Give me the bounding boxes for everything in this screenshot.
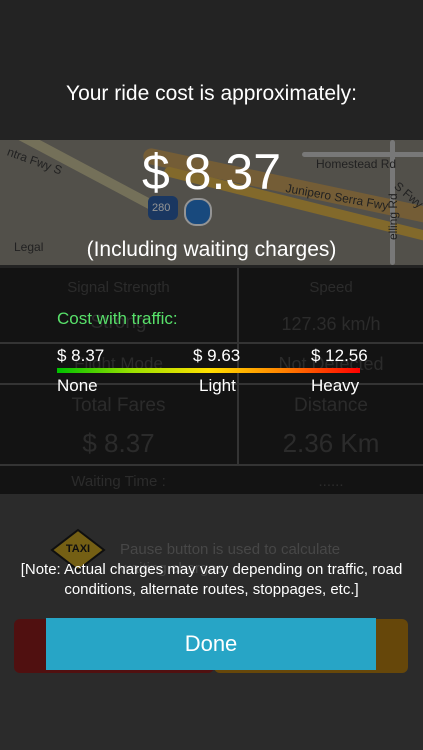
waiting-charges-note: (Including waiting charges) [86, 238, 337, 261]
traffic-none-label: None [57, 376, 98, 395]
traffic-none-price: $ 8.37 [57, 346, 105, 365]
ride-cost-heading: Your ride cost is approximately: [65, 82, 358, 105]
traffic-light-price: $ 9.63 [193, 346, 241, 365]
traffic-gradient-bar [57, 368, 360, 373]
traffic-heavy-label: Heavy [311, 376, 360, 395]
done-button[interactable]: Done [46, 618, 376, 670]
traffic-light-label: Light [199, 376, 236, 395]
charges-disclaimer: [Note: Actual charges may vary depending… [20, 561, 403, 598]
app-screen: 280 Homestead Rd ntra Fwy S Junipero Ser… [0, 0, 423, 750]
ride-cost-value: $ 8.37 [141, 144, 281, 200]
traffic-heavy-price: $ 12.56 [311, 346, 368, 365]
traffic-cost-title: Cost with traffic: [57, 309, 178, 328]
